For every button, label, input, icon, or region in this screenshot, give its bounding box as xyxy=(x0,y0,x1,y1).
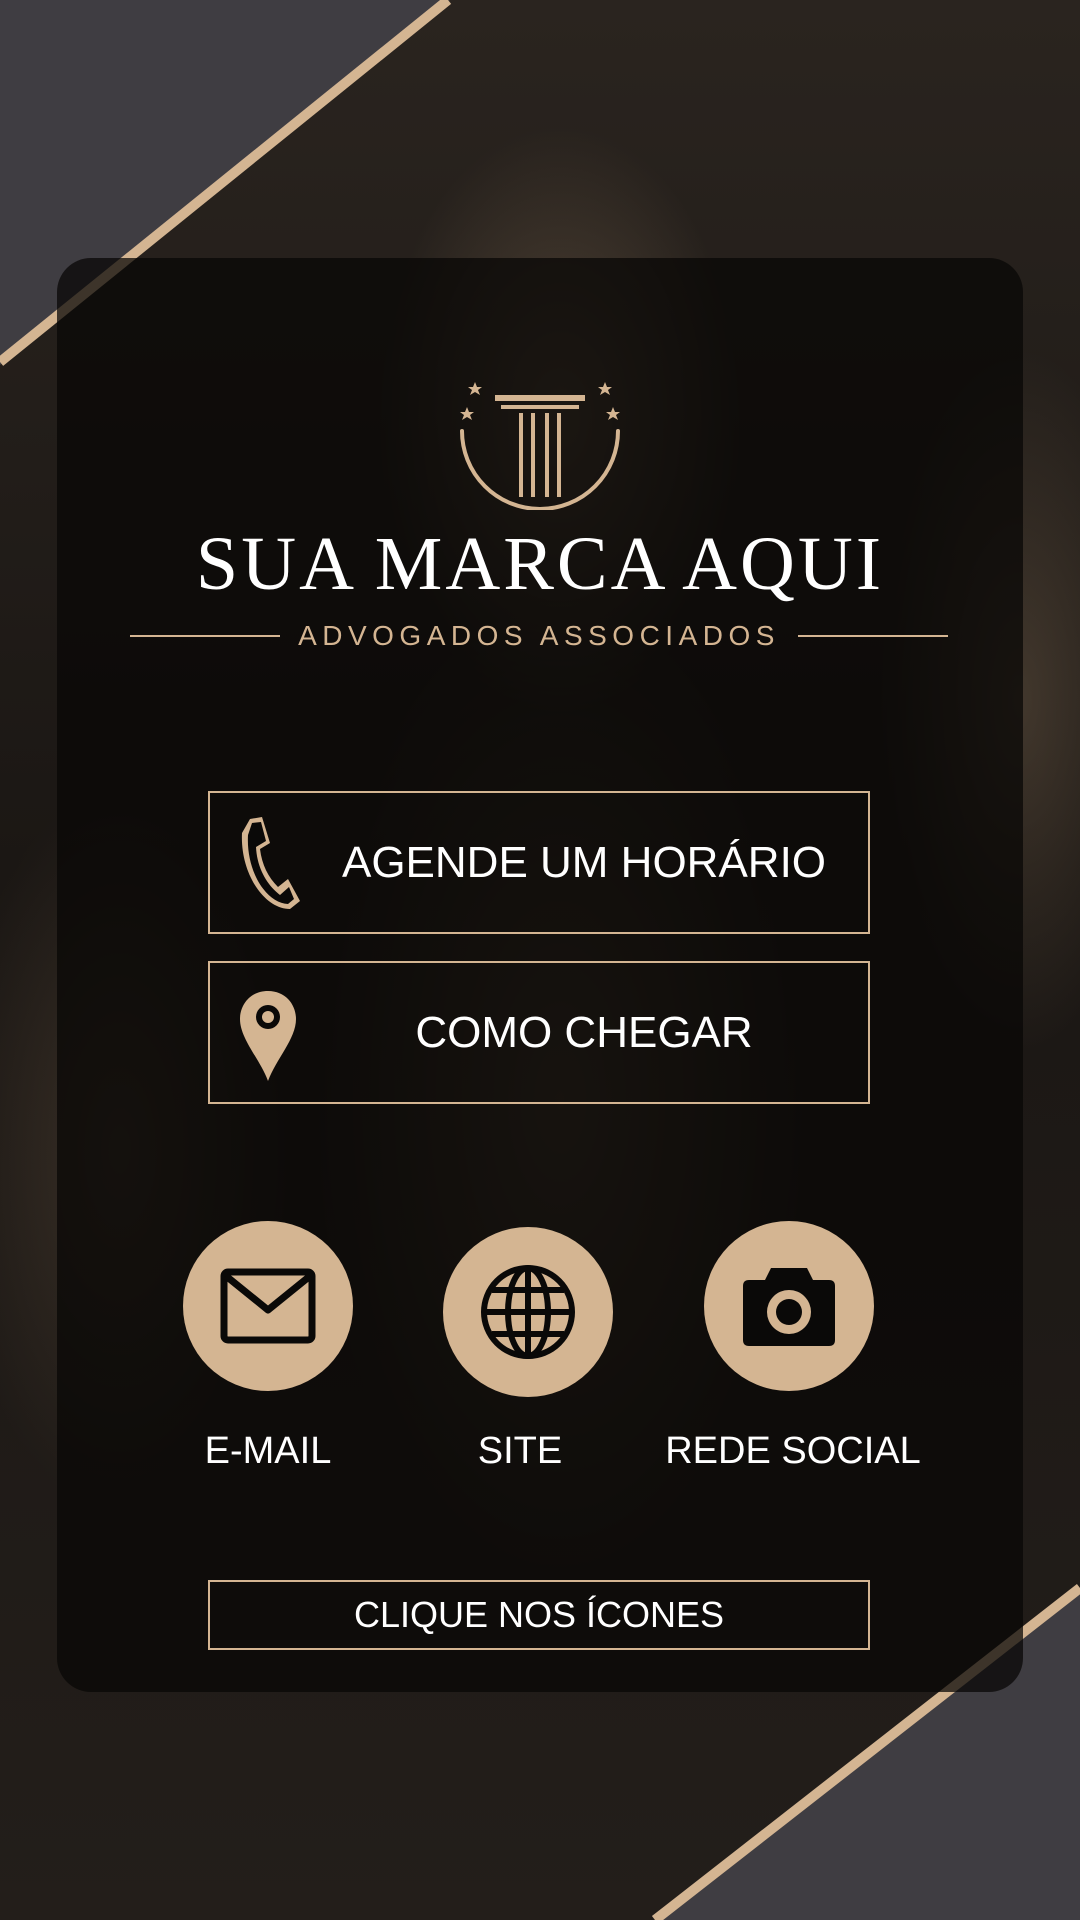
column-pillar-icon xyxy=(460,382,620,510)
social-media-button[interactable] xyxy=(704,1221,874,1391)
tagline-row: ADVOGADOS ASSOCIADOS xyxy=(130,616,948,656)
schedule-appointment-label: AGENDE UM HORÁRIO xyxy=(341,837,827,887)
schedule-appointment-button[interactable]: AGENDE UM HORÁRIO xyxy=(208,791,870,934)
globe-icon xyxy=(481,1265,575,1359)
directions-button[interactable]: COMO CHEGAR xyxy=(208,961,870,1104)
tagline-divider-right xyxy=(797,635,948,637)
social-media-label: REDE SOCIAL xyxy=(665,1430,921,1472)
tagline: ADVOGADOS ASSOCIADOS xyxy=(298,620,780,651)
envelope-icon xyxy=(220,1268,316,1344)
phone-icon xyxy=(241,817,300,909)
tagline-divider-left xyxy=(130,635,281,637)
website-label: SITE xyxy=(477,1430,563,1472)
camera-icon xyxy=(743,1268,835,1346)
brand-name: SUA MARCA AQUI xyxy=(195,522,885,606)
map-pin-icon xyxy=(240,991,296,1081)
email-button[interactable] xyxy=(183,1221,353,1391)
click-icons-button[interactable]: CLIQUE NOS ÍCONES xyxy=(208,1580,870,1650)
website-button[interactable] xyxy=(443,1227,613,1397)
directions-label: COMO CHEGAR xyxy=(415,1007,753,1057)
email-label: E-MAIL xyxy=(204,1430,332,1472)
